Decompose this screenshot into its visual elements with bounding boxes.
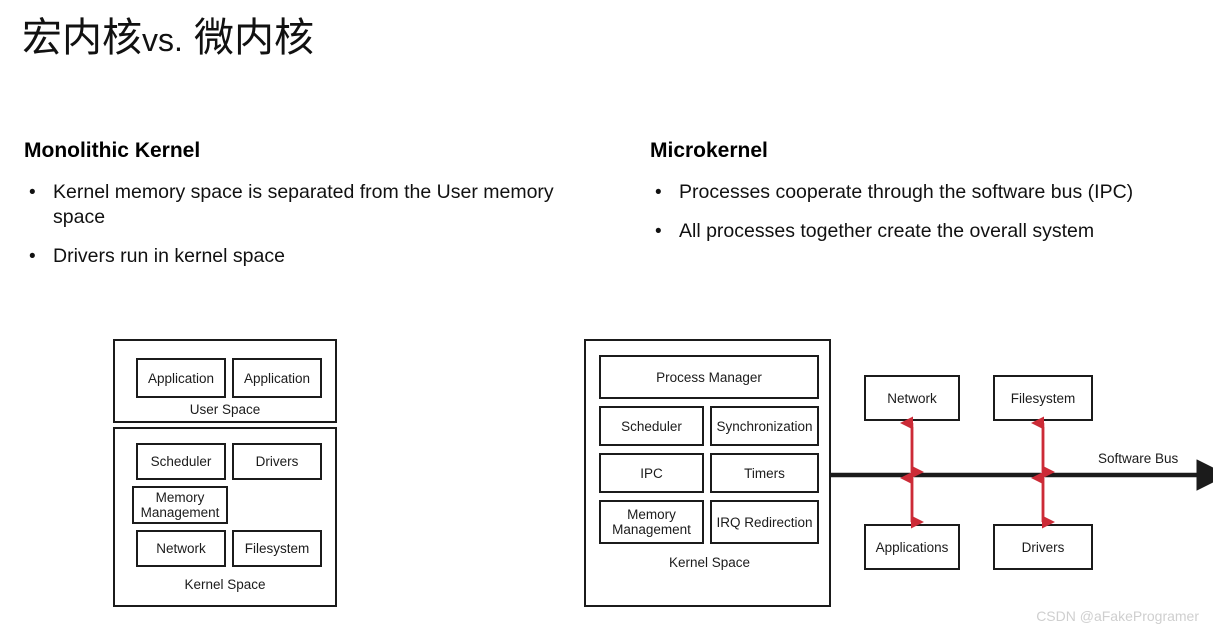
bullet-dot-icon: • xyxy=(29,182,36,203)
monolithic-kernel-diagram: Application Application User Space Sched… xyxy=(113,339,337,607)
box-filesystem: Filesystem xyxy=(232,530,322,567)
microkernel-heading: Microkernel xyxy=(650,139,768,162)
bullet-text: All processes together create the overal… xyxy=(679,220,1095,242)
page-title-vs: vs. xyxy=(142,22,183,58)
bullet-dot-icon: • xyxy=(29,246,36,267)
box-network: Network xyxy=(136,530,226,567)
page-title: 宏内核vs. 微内核 xyxy=(22,12,314,66)
bullet-dot-icon: • xyxy=(655,182,662,203)
user-space-label: User Space xyxy=(189,402,261,417)
box-scheduler: Scheduler xyxy=(136,443,226,480)
page-title-part-1: 宏内核 xyxy=(22,16,142,60)
user-space-container: Application Application User Space xyxy=(113,339,337,423)
box-memory-management: Memory Management xyxy=(132,486,228,524)
monolithic-bullet-list: • Kernel memory space is separated from t… xyxy=(24,180,564,283)
software-bus-graphics xyxy=(831,416,1213,529)
box-drivers: Drivers xyxy=(232,443,322,480)
microkernel-bullet-list: • Processes cooperate through the softwar… xyxy=(650,180,1210,258)
bullet-text: Drivers run in kernel space xyxy=(53,245,285,267)
bullet-text: Kernel memory space is separated from th… xyxy=(53,181,554,228)
bullet-item: • Drivers run in kernel space xyxy=(24,244,564,269)
kernel-space-container: Scheduler Drivers Memory Management Netw… xyxy=(113,427,337,607)
microkernel-diagram: Process Manager Scheduler Synchronizatio… xyxy=(584,339,1213,607)
bullet-text: Processes cooperate through the software… xyxy=(679,181,1134,203)
csdn-watermark: CSDN @aFakeProgramer xyxy=(1036,608,1199,624)
software-bus-label: Software Bus xyxy=(1098,451,1179,466)
bullet-item: • All processes together create the overa… xyxy=(650,219,1210,244)
bullet-item: • Kernel memory space is separated from t… xyxy=(24,180,564,230)
kernel-space-label: Kernel Space xyxy=(184,577,266,592)
bullet-dot-icon: • xyxy=(655,221,662,242)
bullet-item: • Processes cooperate through the softwar… xyxy=(650,180,1210,205)
box-application-2: Application xyxy=(232,358,322,398)
box-application-1: Application xyxy=(136,358,226,398)
monolithic-kernel-heading: Monolithic Kernel xyxy=(24,139,201,162)
page-title-part-2: 微内核 xyxy=(194,16,315,60)
